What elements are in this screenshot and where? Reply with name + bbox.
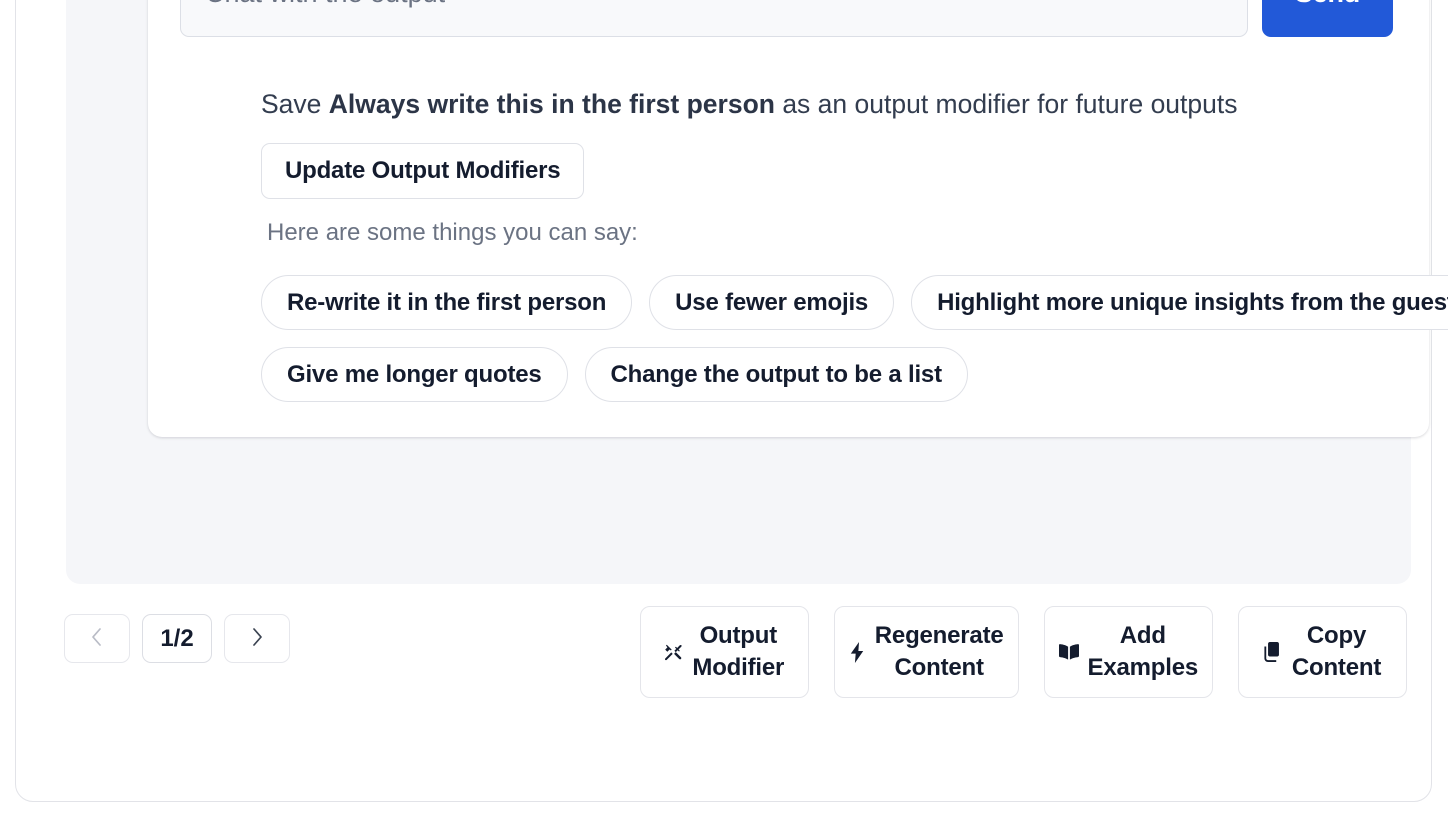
output-modifier-button[interactable]: Output Modifier (639, 606, 809, 698)
lightning-bolt-icon (849, 641, 866, 663)
pagination: 1/2 (64, 614, 290, 663)
chat-input[interactable] (180, 0, 1248, 37)
next-page-button[interactable] (224, 614, 290, 663)
chevron-left-icon (90, 626, 104, 651)
update-output-modifiers-button[interactable]: Update Output Modifiers (261, 143, 585, 199)
suggestion-chip[interactable]: Re-write it in the first person (261, 275, 633, 330)
suggestion-chip[interactable]: Highlight more unique insights from the … (911, 275, 1448, 330)
output-panel: Send Save Always write this in the first… (66, 0, 1448, 584)
chat-input-row: Send (180, 0, 1393, 37)
save-prefix: Save (261, 89, 329, 119)
book-icon (1058, 643, 1079, 661)
copy-content-button[interactable]: Copy Content (1238, 606, 1407, 698)
send-button[interactable]: Send (1262, 0, 1393, 37)
chevron-right-icon (250, 626, 264, 651)
chat-card: Send Save Always write this in the first… (148, 0, 1448, 437)
save-phrase: Always write this in the first person (328, 89, 775, 119)
action-label: Regenerate Content (874, 622, 1004, 681)
page-indicator[interactable]: 1/2 (142, 614, 212, 663)
suggestion-chip[interactable]: Give me longer quotes (261, 347, 568, 402)
action-label: Output Modifier (692, 622, 785, 681)
app-container: Send Save Always write this in the first… (15, 0, 1448, 802)
suggestion-chip[interactable]: Change the output to be a list (584, 347, 968, 402)
clipboard-copy-icon (1264, 642, 1283, 662)
add-examples-button[interactable]: Add Examples (1043, 606, 1213, 698)
save-suffix: as an output modifier for future outputs (774, 89, 1238, 119)
bottom-toolbar: 1/2 Output Modifier Regenerate Content A… (64, 606, 1409, 706)
suggestion-chip[interactable]: Use fewer emojis (649, 275, 895, 330)
tools-icon (664, 643, 683, 662)
previous-page-button[interactable] (64, 614, 130, 663)
suggestions-hint: Here are some things you can say: (267, 219, 638, 246)
save-modifier-text: Save Always write this in the first pers… (261, 87, 1238, 123)
regenerate-content-button[interactable]: Regenerate Content (833, 606, 1019, 698)
suggestion-chips: Re-write it in the first person Use fewe… (261, 275, 1448, 402)
action-buttons: Output Modifier Regenerate Content Add E… (639, 606, 1407, 698)
action-label: Add Examples (1087, 622, 1199, 681)
action-label: Copy Content (1291, 622, 1382, 681)
